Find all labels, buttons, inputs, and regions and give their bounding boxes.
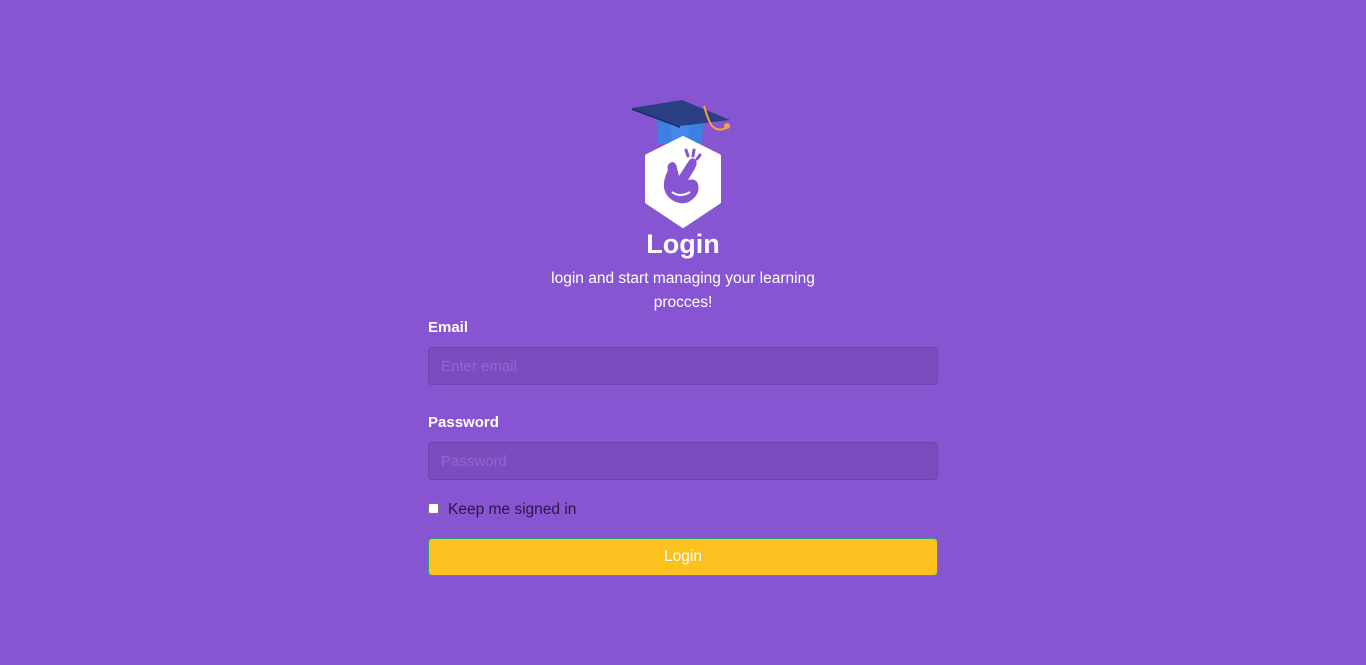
page-subtitle: login and start managing your learning p… — [551, 270, 815, 311]
remember-me-checkbox[interactable] — [428, 502, 439, 514]
remember-me-row: Keep me signed in — [428, 500, 938, 520]
graduation-cap-logo-icon — [632, 100, 730, 228]
login-page: Login login and start managing your lear… — [0, 0, 1366, 665]
remember-me-label[interactable]: Keep me signed in — [448, 500, 576, 520]
email-input[interactable] — [428, 347, 938, 385]
page-title: Login — [646, 229, 720, 259]
login-form: Email Password Keep me signed in Login — [428, 318, 938, 576]
password-input[interactable] — [428, 442, 938, 480]
email-label: Email — [428, 319, 469, 336]
login-button[interactable]: Login — [428, 538, 938, 576]
password-label: Password — [428, 414, 499, 431]
